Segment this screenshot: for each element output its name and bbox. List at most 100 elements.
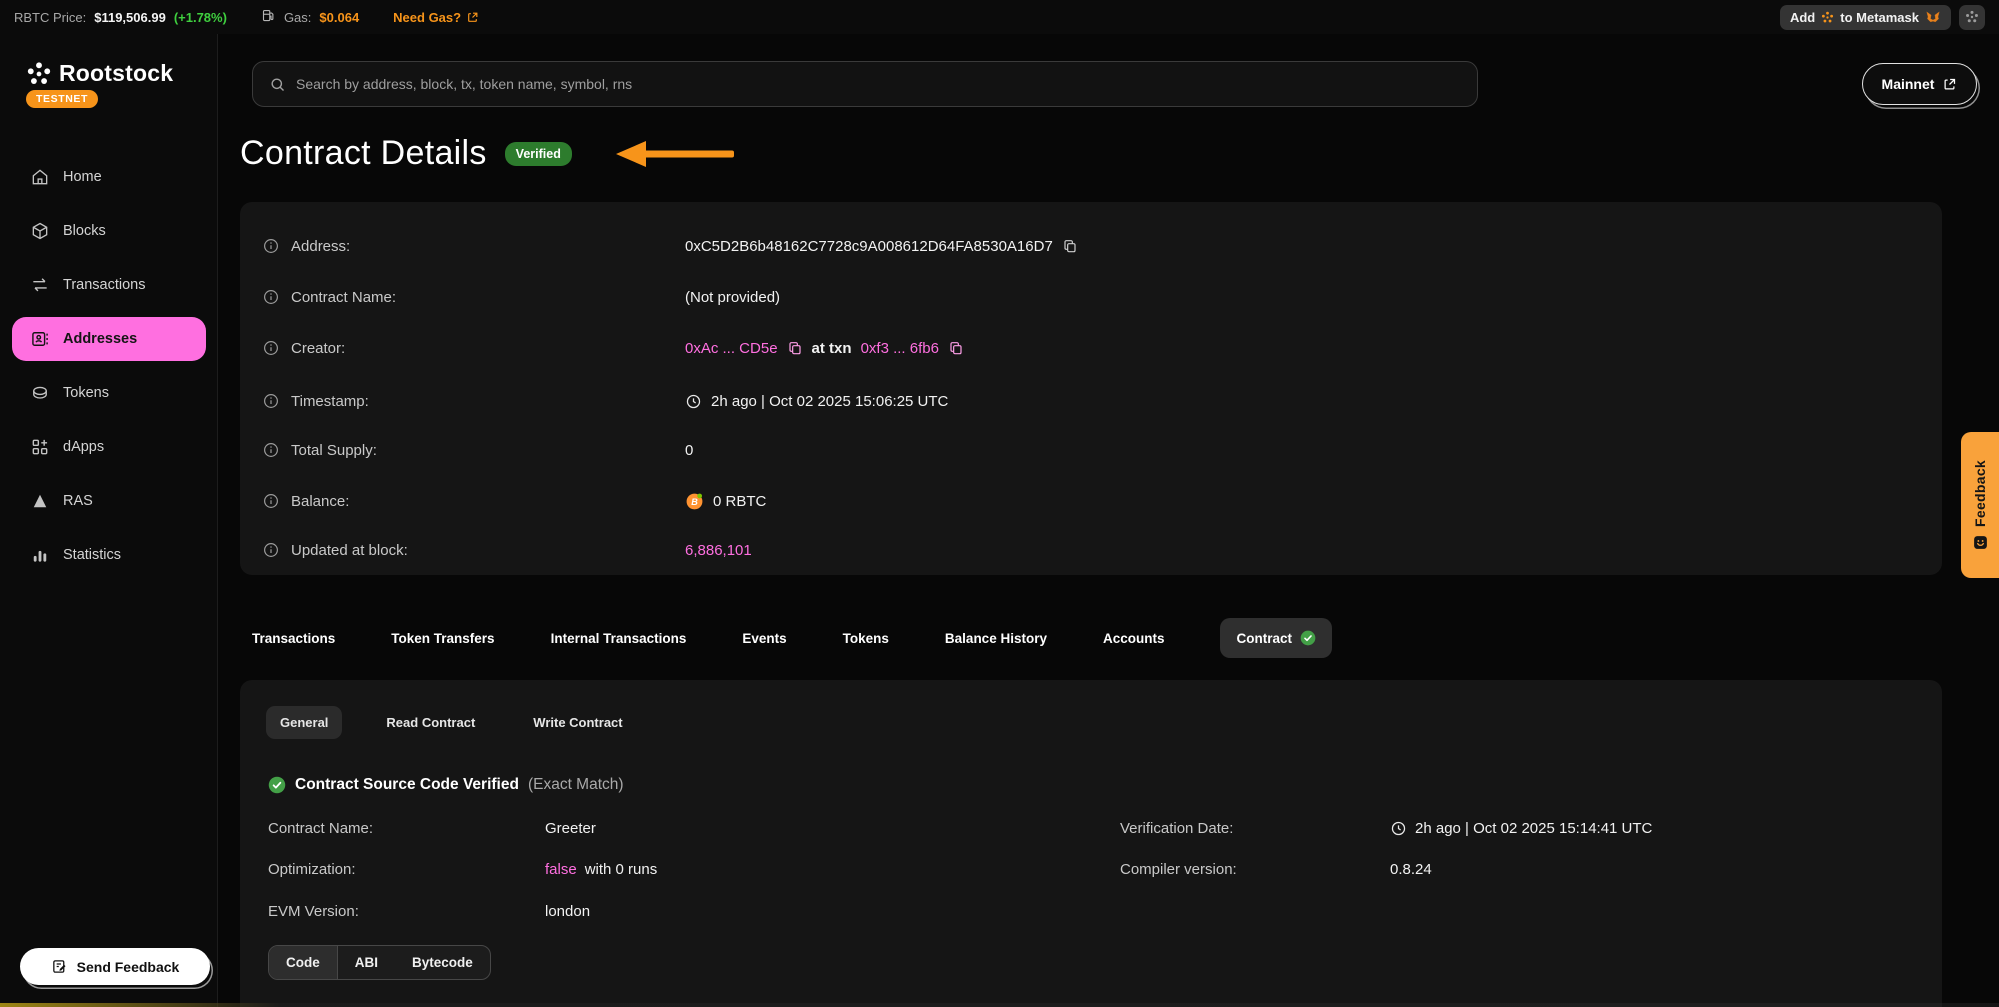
code-view-switcher: Code ABI Bytecode [268,945,491,980]
clock-icon [1390,820,1407,837]
gas-label: Gas: [284,10,311,25]
evm-version-value: london [545,903,590,920]
bottom-gradient-decoration [0,1003,1999,1007]
tab-internal-transactions[interactable]: Internal Transactions [551,631,687,646]
external-link-icon [466,11,479,24]
info-icon [262,237,280,255]
rbtc-price-value: $119,506.99 [94,10,166,25]
feedback-edge-tab[interactable]: Feedback [1961,432,1999,578]
sidebar-nav: Home Blocks Transactions [12,155,206,587]
page-title: Contract Details [240,134,487,173]
verified-title: Contract Source Code Verified [295,776,519,794]
search-input[interactable] [296,76,1461,92]
sidebar-item-addresses[interactable]: Addresses [12,317,206,361]
bytecode-tab[interactable]: Bytecode [395,946,490,979]
dapps-grid-icon [30,437,50,457]
gas-pump-icon [261,8,276,26]
tab-events[interactable]: Events [742,631,786,646]
subtab-general[interactable]: General [266,706,342,739]
rbtc-price-change: (+1.78%) [174,10,227,25]
triangle-icon [30,491,50,511]
feedback-smiley-icon [1972,534,1989,551]
send-feedback-button[interactable]: Send Feedback [20,948,210,985]
field-compiler-version: Compiler version: 0.8.24 [1120,858,1432,880]
abi-tab[interactable]: ABI [338,946,395,979]
copy-creator-icon[interactable] [787,340,803,356]
brand-name: Rootstock [59,60,173,87]
compiler-version-value: 0.8.24 [1390,861,1432,878]
balance-value: 0 RBTC [713,493,766,510]
topbar: RBTC Price: $119,506.99 (+1.78%) Gas: $0… [0,0,1999,34]
info-icon [262,441,280,459]
sidebar-item-home[interactable]: Home [12,155,206,199]
contract-subtabs: General Read Contract Write Contract [266,706,637,739]
sidebar-item-statistics[interactable]: Statistics [12,533,206,577]
gas-value: $0.064 [319,10,359,25]
creation-txn-link[interactable]: 0xf3 ... 6fb6 [861,340,939,357]
clock-icon [685,393,702,410]
search-bar [252,61,1478,107]
sidebar-item-blocks[interactable]: Blocks [12,209,206,253]
contract-panel-card: General Read Contract Write Contract Con… [240,680,1942,1007]
verified-note: (Exact Match) [528,776,624,794]
tab-contract[interactable]: Contract [1220,618,1332,658]
verified-badge: Verified [505,142,572,166]
tab-transactions[interactable]: Transactions [252,631,335,646]
info-icon [262,288,280,306]
creator-address-link[interactable]: 0xAc ... CD5e [685,340,778,357]
tab-balance-history[interactable]: Balance History [945,631,1047,646]
sidebar-item-ras[interactable]: RAS [12,479,206,523]
address-tabs: Transactions Token Transfers Internal Tr… [252,616,1332,660]
transfer-arrows-icon [30,275,50,295]
subtab-write-contract[interactable]: Write Contract [519,706,636,739]
detail-row-address: Address: 0xC5D2B6b48162C7728c9A008612D64… [262,233,1920,259]
network-switch-button[interactable]: Mainnet [1862,63,1977,105]
tab-accounts[interactable]: Accounts [1103,631,1165,646]
rootstock-icon-button[interactable] [1959,5,1985,30]
sidebar: Rootstock TESTNET Home Blocks Transacti [0,34,218,1007]
detail-row-balance: Balance: B 0 RBTC [262,488,1920,514]
detail-row-total-supply: Total Supply: 0 [262,437,1920,463]
svg-text:B: B [691,496,698,506]
rootstock-flower-icon [26,61,52,87]
timestamp-value: 2h ago | Oct 02 2025 15:06:25 UTC [711,393,948,410]
need-gas-link[interactable]: Need Gas? [393,10,479,25]
total-supply-value: 0 [685,442,693,459]
feedback-label: Feedback [1972,460,1988,527]
info-icon [262,392,280,410]
annotation-arrow-icon [616,141,734,167]
subtab-read-contract[interactable]: Read Contract [372,706,489,739]
info-icon [262,541,280,559]
tab-token-transfers[interactable]: Token Transfers [391,631,494,646]
info-icon [262,339,280,357]
sidebar-item-dapps[interactable]: dApps [12,425,206,469]
field-evm-version: EVM Version: london [268,900,590,922]
sidebar-item-transactions[interactable]: Transactions [12,263,206,307]
code-tab[interactable]: Code [269,946,338,979]
contract-address: 0xC5D2B6b48162C7728c9A008612D64FA8530A16… [685,238,1053,255]
copy-address-icon[interactable] [1062,238,1078,254]
detail-row-creator: Creator: 0xAc ... CD5e at txn 0xf3 ... 6… [262,335,1920,361]
sidebar-item-tokens[interactable]: Tokens [12,371,206,415]
field-verification-date: Verification Date: 2h ago | Oct 02 2025 … [1120,817,1652,839]
verification-date-value: 2h ago | Oct 02 2025 15:14:41 UTC [1415,820,1652,837]
tab-tokens[interactable]: Tokens [843,631,889,646]
check-circle-icon [268,776,286,794]
topbar-actions: Add to Metamask [1780,5,1985,30]
page-header: Contract Details Verified [240,134,734,173]
external-link-icon [1942,77,1957,92]
metamask-fox-icon [1925,10,1941,25]
brand-logo[interactable]: Rootstock [26,60,173,87]
search-icon [269,76,286,93]
rootstock-flower-icon [1965,10,1979,24]
detail-row-contract-name: Contract Name: (Not provided) [262,284,1920,310]
copy-txn-icon[interactable] [948,340,964,356]
rootstock-flower-icon [1821,11,1834,24]
check-circle-icon [1300,630,1316,646]
rbtc-price-label: RBTC Price: [14,10,86,25]
source-verified-line: Contract Source Code Verified (Exact Mat… [268,776,624,794]
add-to-metamask-button[interactable]: Add to Metamask [1780,5,1951,30]
app-root: RBTC Price: $119,506.99 (+1.78%) Gas: $0… [0,0,1999,1007]
optimization-flag: false [545,861,577,878]
updated-block-link[interactable]: 6,886,101 [685,542,752,559]
